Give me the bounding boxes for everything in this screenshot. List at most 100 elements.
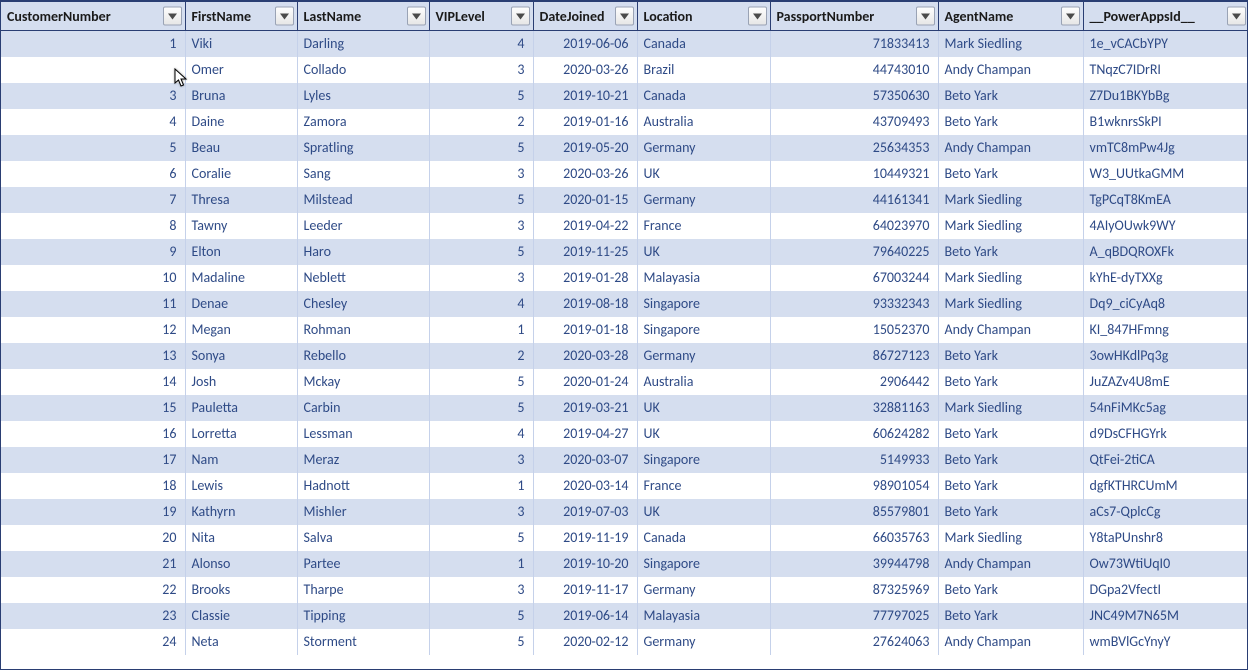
cell-powerappsid[interactable]: Dq9_ciCyAq8	[1083, 291, 1248, 317]
cell-agentname[interactable]: Mark Siedling	[938, 31, 1083, 58]
cell-customernumber[interactable]: 8	[1, 213, 185, 239]
cell-lastname[interactable]: Collado	[297, 57, 429, 83]
cell-agentname[interactable]: Andy Champan	[938, 317, 1083, 343]
cell-lastname[interactable]: Zamora	[297, 109, 429, 135]
cell-powerappsid[interactable]: vmTC8mPw4Jg	[1083, 135, 1248, 161]
cell-agentname[interactable]: Beto Yark	[938, 473, 1083, 499]
cell-passportnumber[interactable]: 98901054	[770, 473, 938, 499]
table-row[interactable]: 24NetaStorment52020-02-12Germany27624063…	[1, 629, 1248, 655]
cell-lastname[interactable]: Leeder	[297, 213, 429, 239]
cell-passportnumber[interactable]: 93332343	[770, 291, 938, 317]
cell-customernumber[interactable]: 3	[1, 83, 185, 109]
cell-viplevel[interactable]: 4	[429, 421, 533, 447]
cell-lastname[interactable]: Hadnott	[297, 473, 429, 499]
cell-passportnumber[interactable]: 60624282	[770, 421, 938, 447]
cell-customernumber[interactable]: 7	[1, 187, 185, 213]
cell-location[interactable]: Australia	[637, 109, 770, 135]
cell-firstname[interactable]: Beau	[185, 135, 297, 161]
cell-passportnumber[interactable]: 87325969	[770, 577, 938, 603]
table-row[interactable]: 21AlonsoPartee12019-10-20Singapore399447…	[1, 551, 1248, 577]
cell-agentname[interactable]: Andy Champan	[938, 551, 1083, 577]
table-row[interactable]: 4DaineZamora22019-01-16Australia43709493…	[1, 109, 1248, 135]
cell-customernumber[interactable]: 17	[1, 447, 185, 473]
cell-lastname[interactable]: Sang	[297, 161, 429, 187]
cell-powerappsid[interactable]: JNC49M7N65M	[1083, 603, 1248, 629]
cell-customernumber[interactable]: 24	[1, 629, 185, 655]
table-row[interactable]: 9EltonHaro52019-11-25UK79640225Beto Yark…	[1, 239, 1248, 265]
cell-firstname[interactable]: Tawny	[185, 213, 297, 239]
cell-powerappsid[interactable]: DGpa2VfectI	[1083, 577, 1248, 603]
cell-location[interactable]: Australia	[637, 369, 770, 395]
cell-datejoined[interactable]: 2019-04-27	[533, 421, 637, 447]
cell-location[interactable]: Singapore	[637, 551, 770, 577]
cell-passportnumber[interactable]: 57350630	[770, 83, 938, 109]
cell-passportnumber[interactable]: 71833413	[770, 31, 938, 58]
cell-powerappsid[interactable]: 1e_vCACbYPY	[1083, 31, 1248, 58]
cell-lastname[interactable]: Neblett	[297, 265, 429, 291]
cell-viplevel[interactable]: 2	[429, 343, 533, 369]
cell-customernumber[interactable]: 1	[1, 31, 185, 58]
table-row[interactable]: 12MeganRohman12019-01-18Singapore1505237…	[1, 317, 1248, 343]
cell-customernumber[interactable]: 19	[1, 499, 185, 525]
cell-agentname[interactable]: Mark Siedling	[938, 265, 1083, 291]
cell-agentname[interactable]: Beto Yark	[938, 239, 1083, 265]
cell-datejoined[interactable]: 2019-06-14	[533, 603, 637, 629]
column-header-customernumber[interactable]: CustomerNumber	[1, 2, 185, 31]
cell-customernumber[interactable]: 23	[1, 603, 185, 629]
cell-customernumber[interactable]: 5	[1, 135, 185, 161]
cell-firstname[interactable]: Alonso	[185, 551, 297, 577]
cell-lastname[interactable]: Tharpe	[297, 577, 429, 603]
cell-lastname[interactable]: Chesley	[297, 291, 429, 317]
cell-location[interactable]: UK	[637, 421, 770, 447]
cell-location[interactable]: UK	[637, 239, 770, 265]
cell-customernumber[interactable]: 12	[1, 317, 185, 343]
filter-button-firstname[interactable]	[275, 7, 294, 26]
table-row[interactable]: 18LewisHadnott12020-03-14France98901054B…	[1, 473, 1248, 499]
cell-agentname[interactable]: Beto Yark	[938, 447, 1083, 473]
cell-agentname[interactable]: Mark Siedling	[938, 395, 1083, 421]
cell-location[interactable]: Malayasia	[637, 265, 770, 291]
cell-firstname[interactable]: Neta	[185, 629, 297, 655]
cell-location[interactable]: Malayasia	[637, 603, 770, 629]
cell-agentname[interactable]: Mark Siedling	[938, 213, 1083, 239]
cell-agentname[interactable]: Beto Yark	[938, 343, 1083, 369]
cell-viplevel[interactable]: 5	[429, 395, 533, 421]
cell-viplevel[interactable]: 5	[429, 629, 533, 655]
cell-passportnumber[interactable]: 2906442	[770, 369, 938, 395]
cell-viplevel[interactable]: 5	[429, 83, 533, 109]
cell-firstname[interactable]: Coralie	[185, 161, 297, 187]
cell-viplevel[interactable]: 3	[429, 265, 533, 291]
cell-passportnumber[interactable]: 79640225	[770, 239, 938, 265]
cell-viplevel[interactable]: 4	[429, 291, 533, 317]
cell-agentname[interactable]: Beto Yark	[938, 109, 1083, 135]
cell-lastname[interactable]: Salva	[297, 525, 429, 551]
cell-lastname[interactable]: Partee	[297, 551, 429, 577]
cell-viplevel[interactable]: 2	[429, 109, 533, 135]
cell-firstname[interactable]: Bruna	[185, 83, 297, 109]
cell-viplevel[interactable]: 3	[429, 213, 533, 239]
cell-location[interactable]: Germany	[637, 577, 770, 603]
cell-datejoined[interactable]: 2019-11-25	[533, 239, 637, 265]
table-row[interactable]: 8TawnyLeeder32019-04-22France64023970Mar…	[1, 213, 1248, 239]
cell-firstname[interactable]: Kathyrn	[185, 499, 297, 525]
cell-powerappsid[interactable]: QtFei-2tiCA	[1083, 447, 1248, 473]
cell-datejoined[interactable]: 2020-01-15	[533, 187, 637, 213]
cell-passportnumber[interactable]: 39944798	[770, 551, 938, 577]
cell-passportnumber[interactable]: 66035763	[770, 525, 938, 551]
filter-button-agentname[interactable]	[1061, 7, 1080, 26]
cell-passportnumber[interactable]: 44743010	[770, 57, 938, 83]
table-row[interactable]: 17NamMeraz32020-03-07Singapore5149933Bet…	[1, 447, 1248, 473]
cell-viplevel[interactable]: 5	[429, 525, 533, 551]
cell-agentname[interactable]: Beto Yark	[938, 603, 1083, 629]
cell-location[interactable]: Canada	[637, 83, 770, 109]
cell-location[interactable]: Singapore	[637, 317, 770, 343]
cell-viplevel[interactable]: 5	[429, 135, 533, 161]
cell-powerappsid[interactable]: dgfKTHRCUmM	[1083, 473, 1248, 499]
cell-powerappsid[interactable]: 3owHKdlPq3g	[1083, 343, 1248, 369]
cell-viplevel[interactable]: 3	[429, 577, 533, 603]
cell-location[interactable]: Singapore	[637, 447, 770, 473]
table-row[interactable]: 14JoshMckay52020-01-24Australia2906442Be…	[1, 369, 1248, 395]
cell-location[interactable]: Brazil	[637, 57, 770, 83]
cell-powerappsid[interactable]: kYhE-dyTXXg	[1083, 265, 1248, 291]
cell-passportnumber[interactable]: 77797025	[770, 603, 938, 629]
